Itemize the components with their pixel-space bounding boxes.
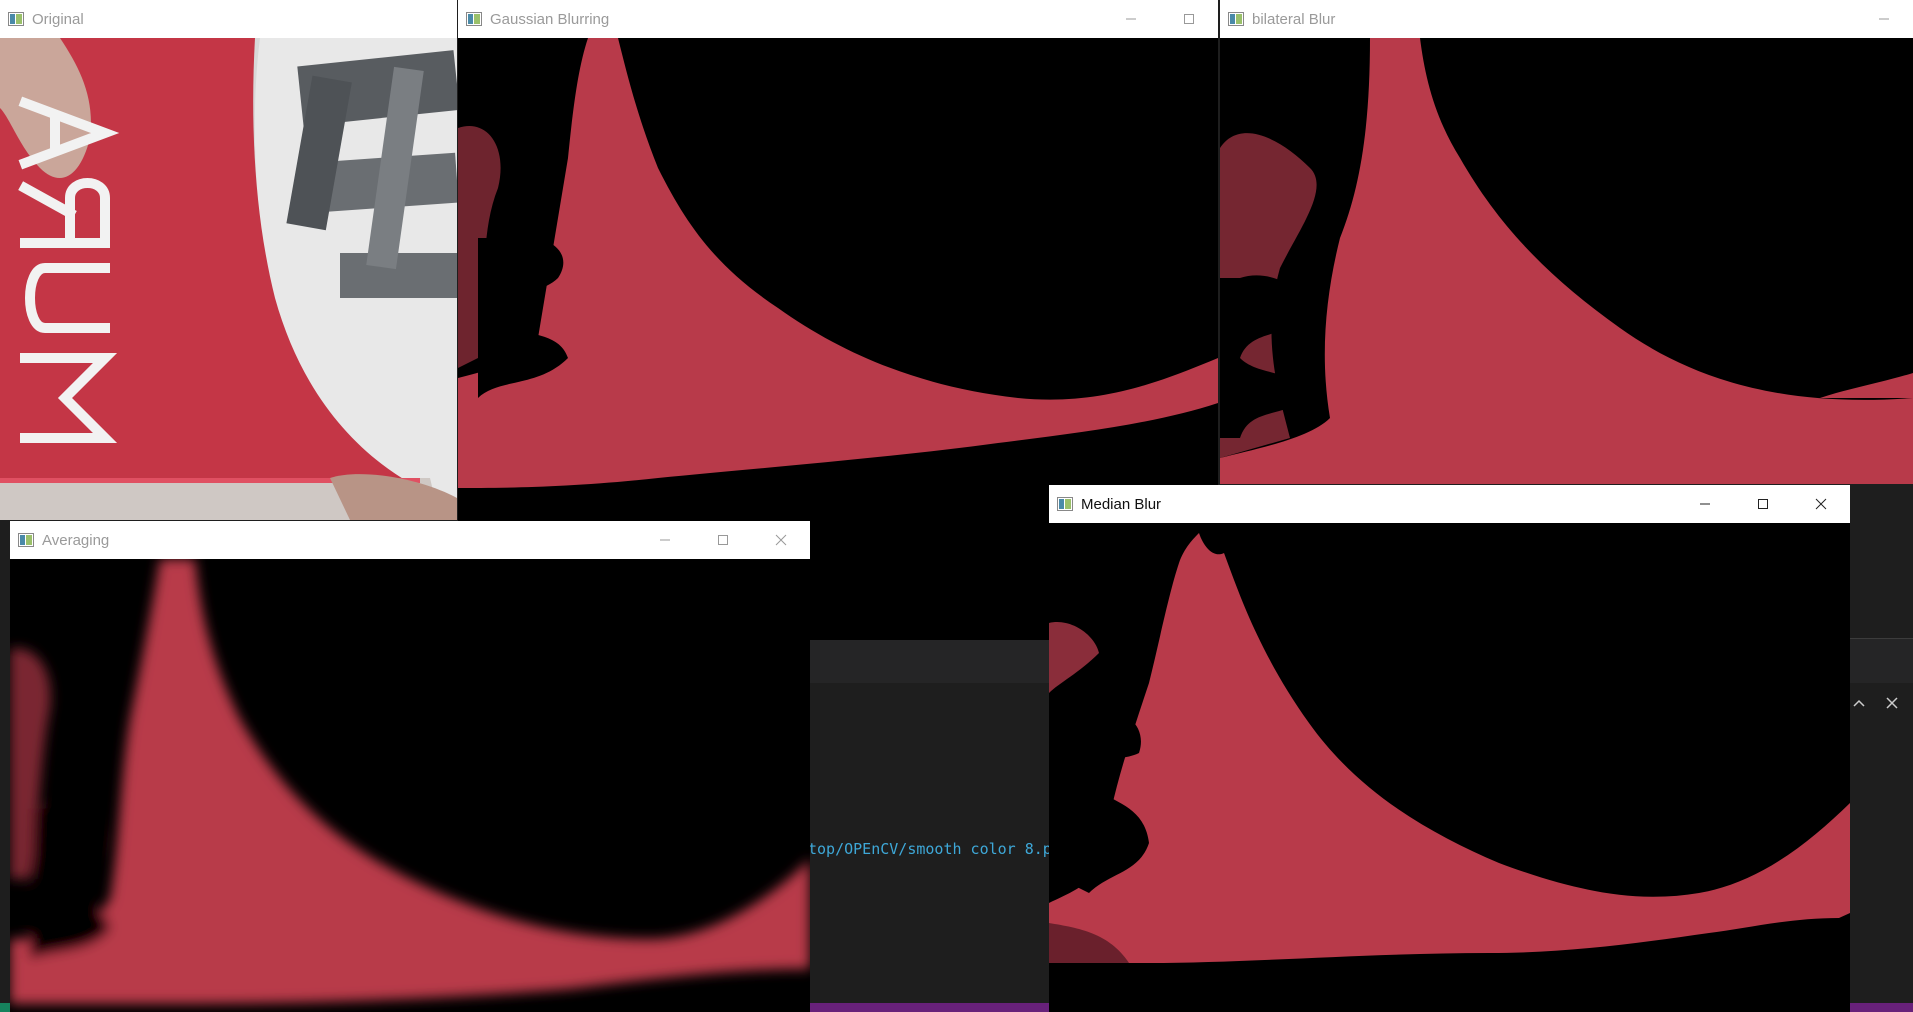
blur-result-image: [1220, 38, 1913, 484]
window-median-blur: Median Blur: [1049, 485, 1850, 1012]
maximize-icon[interactable]: [1160, 0, 1218, 38]
titlebar[interactable]: Original: [0, 0, 457, 38]
image-viewport: [10, 559, 810, 1012]
blur-result-image: [10, 559, 810, 1012]
app-icon: [466, 12, 482, 26]
window-title: Averaging: [42, 531, 110, 549]
image-viewport: [1049, 523, 1850, 1012]
maximize-icon[interactable]: [1734, 485, 1792, 523]
window-title: Original: [32, 10, 84, 28]
minimize-icon[interactable]: [1855, 0, 1913, 38]
blur-result-image: [1049, 523, 1850, 1012]
terminal-path-text: top/OPEnCV/smooth color 8.p: [808, 840, 1052, 858]
image-viewport: [1220, 38, 1913, 484]
original-camera-image: [0, 38, 457, 520]
window-title: Median Blur: [1081, 495, 1162, 513]
maximize-icon[interactable]: [694, 521, 752, 559]
titlebar[interactable]: Averaging: [10, 521, 810, 559]
window-title: bilateral Blur: [1252, 10, 1336, 28]
minimize-icon[interactable]: [1102, 0, 1160, 38]
chevron-up-icon[interactable]: [1852, 696, 1866, 715]
app-icon: [8, 12, 24, 26]
minimize-icon[interactable]: [1676, 485, 1734, 523]
window-bilateral-blur: bilateral Blur: [1220, 0, 1913, 484]
titlebar[interactable]: Median Blur: [1049, 485, 1850, 523]
titlebar[interactable]: bilateral Blur: [1220, 0, 1913, 38]
image-viewport: [0, 38, 457, 520]
close-icon[interactable]: [752, 521, 810, 559]
app-icon: [1057, 497, 1073, 511]
window-original: Original: [0, 0, 457, 520]
close-icon[interactable]: [1885, 696, 1899, 715]
titlebar[interactable]: Gaussian Blurring: [458, 0, 1218, 38]
app-icon: [18, 533, 34, 547]
app-icon: [1228, 12, 1244, 26]
remote-indicator[interactable]: [0, 1003, 10, 1012]
window-title: Gaussian Blurring: [490, 10, 610, 28]
minimize-icon[interactable]: [636, 521, 694, 559]
window-averaging: Averaging: [10, 521, 810, 1012]
close-icon[interactable]: [1792, 485, 1850, 523]
